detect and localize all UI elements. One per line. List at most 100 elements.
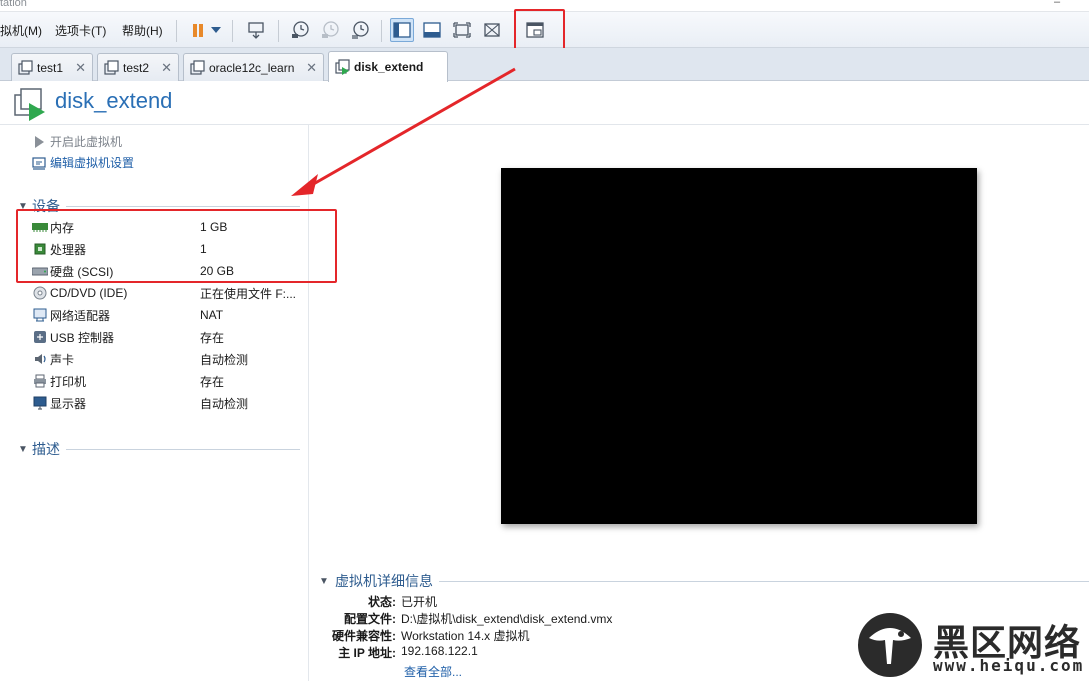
device-row-printer[interactable]: 打印机 存在: [32, 371, 302, 391]
watermark-url: www.heiqu.com: [933, 656, 1085, 675]
network-adapter-icon: [32, 308, 48, 322]
detail-row-compatibility: 硬件兼容性: Workstation 14.x 虚拟机: [300, 627, 900, 644]
chevron-down-icon: [211, 27, 221, 33]
device-name: 显示器: [50, 396, 87, 411]
tab-bar: test1 ✕ test2 ✕ oracle12c_learn ✕ disk_e…: [0, 48, 1089, 82]
device-name: USB 控制器: [50, 330, 115, 345]
detail-row-state: 状态: 已开机: [300, 593, 900, 610]
close-icon[interactable]: ✕: [75, 60, 86, 76]
device-row-display[interactable]: 显示器 自动检测: [32, 393, 302, 413]
device-row-sound[interactable]: 声卡 自动检测: [32, 349, 302, 369]
thumbnail-bar-icon: [423, 22, 441, 38]
pause-icon: [193, 24, 203, 37]
usb-icon: [32, 330, 48, 344]
menu-vm[interactable]: 拟机(M): [0, 22, 42, 39]
full-screen-icon: [453, 22, 471, 38]
snapshot-button[interactable]: [288, 18, 312, 42]
vm-console-screen[interactable]: [501, 168, 977, 524]
tab-label: disk_extend: [354, 60, 424, 74]
library-icon: [393, 22, 411, 38]
detail-value: D:\虚拟机\disk_extend\disk_extend.vmx: [401, 612, 613, 626]
vm-running-icon: [335, 59, 350, 75]
minimize-icon[interactable]: –: [1050, 0, 1064, 8]
tab-label: test1: [37, 60, 64, 75]
detail-key: 硬件兼容性:: [332, 629, 396, 643]
menu-tabs[interactable]: 选项卡(T): [55, 22, 106, 39]
toolbar-separator: [232, 20, 233, 42]
description-section-header[interactable]: ▼ 描述: [18, 439, 300, 459]
divider: [66, 205, 300, 207]
detail-row-ip: 主 IP 地址: 192.168.122.1: [300, 644, 900, 661]
cd-dvd-icon: [32, 286, 48, 300]
revert-clock-icon: [322, 21, 339, 38]
divider: [66, 448, 300, 450]
printer-icon: [32, 374, 48, 388]
device-name: CD/DVD (IDE): [50, 286, 128, 300]
unity-button[interactable]: [480, 18, 504, 42]
full-screen-button[interactable]: [450, 18, 474, 42]
device-row-network[interactable]: 网络适配器 NAT: [32, 305, 302, 325]
app-title: tation: [0, 0, 27, 9]
detail-value: 192.168.122.1: [401, 644, 478, 658]
unity-icon: [484, 23, 500, 37]
vm-icon: [18, 59, 33, 75]
watermark-logo-icon: [858, 613, 922, 677]
divider: [439, 580, 1089, 582]
vm-title: disk_extend: [55, 88, 173, 113]
detail-value: Workstation 14.x 虚拟机: [401, 629, 530, 643]
tab-oracle12c-learn[interactable]: oracle12c_learn ✕: [183, 53, 324, 81]
toolbar-separator: [381, 20, 382, 42]
device-row-cd-dvd[interactable]: CD/DVD (IDE) 正在使用文件 F:...: [32, 283, 302, 303]
library-view-button[interactable]: [390, 18, 414, 42]
detail-key: 主 IP 地址:: [338, 646, 396, 660]
watermark: 黑区网络 www.heiqu.com: [857, 612, 1082, 678]
device-row-usb[interactable]: USB 控制器 存在: [32, 327, 302, 347]
vm-header: disk_extend: [0, 82, 1089, 125]
send-keys-icon: [248, 22, 264, 39]
sound-card-icon: [32, 352, 48, 366]
device-value: 存在: [200, 330, 225, 345]
toolbar-separator: [176, 20, 177, 42]
send-ctrl-alt-del-button[interactable]: [244, 18, 268, 42]
detail-key: 配置文件:: [344, 612, 396, 626]
snapshot-manager-button[interactable]: [348, 18, 372, 42]
caret-down-icon: ▼: [319, 575, 329, 587]
power-on-label: 开启此虚拟机: [50, 135, 123, 149]
close-icon[interactable]: ✕: [306, 60, 317, 76]
snapshot-clock-icon: [292, 21, 309, 38]
vm-icon: [190, 59, 205, 75]
device-name: 声卡: [50, 352, 75, 367]
vm-details-title: 虚拟机详细信息: [335, 573, 433, 589]
vm-details-header[interactable]: ▼ 虚拟机详细信息: [319, 571, 1089, 591]
revert-snapshot-button[interactable]: [318, 18, 342, 42]
close-icon[interactable]: ✕: [161, 60, 172, 76]
power-dropdown-button[interactable]: [207, 18, 225, 42]
tab-label: oracle12c_learn: [209, 60, 295, 75]
tab-test1[interactable]: test1 ✕: [11, 53, 93, 81]
edit-settings-label: 编辑虚拟机设置: [50, 156, 135, 170]
tab-label: test2: [123, 60, 150, 75]
play-icon: [35, 135, 44, 148]
settings-icon: [32, 156, 46, 170]
vm-running-icon: [14, 88, 45, 121]
edit-settings-action[interactable]: 编辑虚拟机设置: [32, 154, 134, 171]
view-all-link[interactable]: 查看全部...: [404, 663, 462, 680]
device-name: 网络适配器: [50, 308, 111, 323]
description-title: 描述: [32, 441, 60, 457]
device-value: 自动检测: [200, 352, 249, 367]
device-name: 打印机: [50, 374, 87, 389]
thumbnail-bar-button[interactable]: [420, 18, 444, 42]
device-value: NAT: [200, 308, 224, 322]
vm-icon: [104, 59, 119, 75]
tab-test2[interactable]: test2 ✕: [97, 53, 179, 81]
detail-value: 已开机: [401, 595, 438, 609]
caret-down-icon: ▼: [18, 443, 28, 455]
power-on-action[interactable]: 开启此虚拟机: [32, 133, 122, 150]
device-value: 存在: [200, 374, 225, 389]
toolbar-separator: [278, 20, 279, 42]
tab-disk-extend[interactable]: disk_extend: [328, 51, 448, 82]
menu-help[interactable]: 帮助(H): [122, 22, 163, 39]
detail-key: 状态:: [368, 595, 396, 609]
detail-row-config-file: 配置文件: D:\虚拟机\disk_extend\disk_extend.vmx: [300, 610, 900, 627]
device-value: 自动检测: [200, 396, 249, 411]
